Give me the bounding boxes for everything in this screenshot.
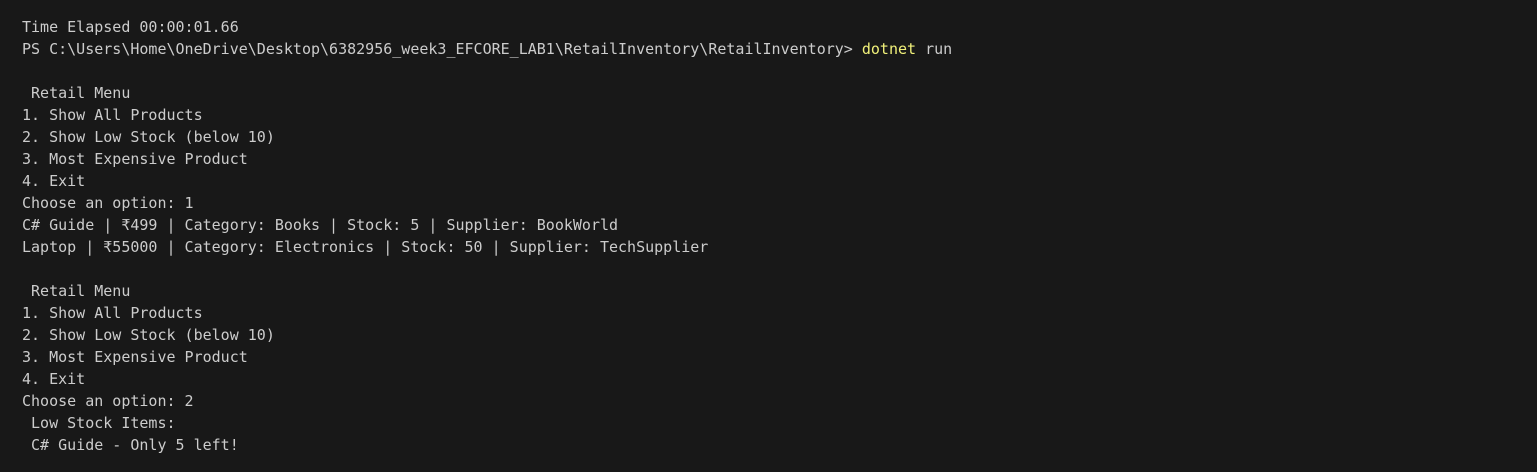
product-line: Laptop | ₹55000 | Category: Electronics …: [22, 238, 709, 256]
choose-option-line: Choose an option: 2: [22, 392, 194, 410]
menu-option-2: 2. Show Low Stock (below 10): [22, 326, 275, 344]
menu-title: Retail Menu: [22, 282, 131, 300]
terminal-output[interactable]: Time Elapsed 00:00:01.66 PS C:\Users\Hom…: [0, 0, 1537, 472]
low-stock-item: C# Guide - Only 5 left!: [22, 436, 239, 454]
menu-title: Retail Menu: [22, 84, 131, 102]
menu-option-1: 1. Show All Products: [22, 106, 203, 124]
product-line: C# Guide | ₹499 | Category: Books | Stoc…: [22, 216, 619, 234]
command-name: dotnet: [861, 40, 917, 58]
menu-option-3: 3. Most Expensive Product: [22, 348, 248, 366]
menu-option-2: 2. Show Low Stock (below 10): [22, 128, 275, 146]
prompt-line: PS C:\Users\Home\OneDrive\Desktop\638295…: [22, 38, 1537, 60]
menu-option-4: 4. Exit: [22, 370, 86, 388]
command-args: run: [916, 40, 953, 58]
menu-option-1: 1. Show All Products: [22, 304, 203, 322]
menu-option-3: 3. Most Expensive Product: [22, 150, 248, 168]
time-elapsed-line: Time Elapsed 00:00:01.66: [22, 18, 239, 36]
menu-option-4: 4. Exit: [22, 172, 86, 190]
choose-option-line: Choose an option: 1: [22, 194, 194, 212]
low-stock-heading: Low Stock Items:: [22, 414, 176, 432]
prompt-path: PS C:\Users\Home\OneDrive\Desktop\638295…: [22, 40, 862, 58]
